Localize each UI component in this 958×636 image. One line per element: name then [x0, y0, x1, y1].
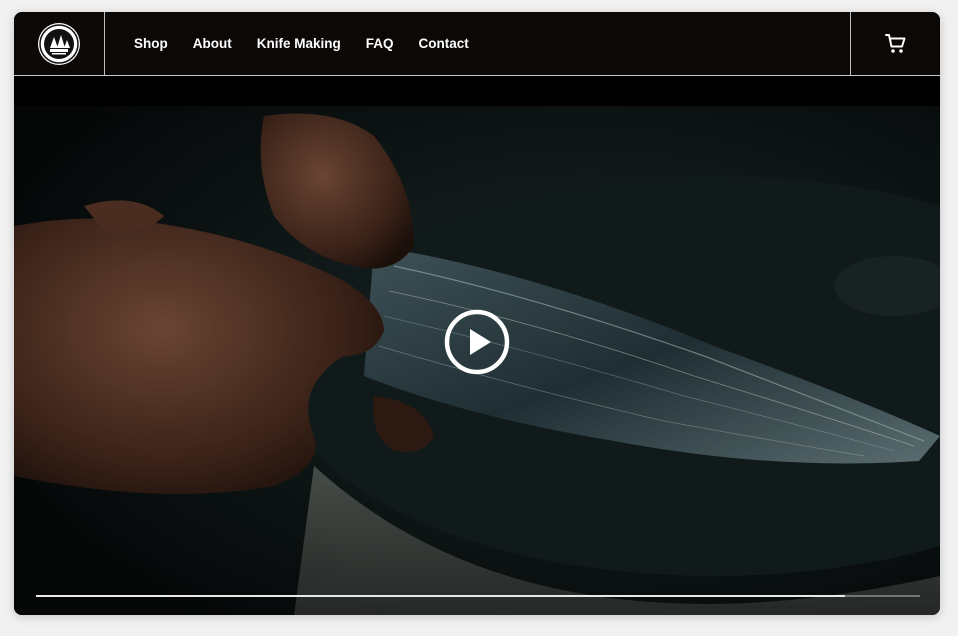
- video-top-band: [14, 76, 940, 106]
- video-progress-fill: [36, 595, 845, 597]
- nav-link-shop[interactable]: Shop: [134, 36, 168, 51]
- video-progress-bar[interactable]: [36, 595, 920, 597]
- logo-cell[interactable]: [14, 12, 105, 75]
- nav-link-about[interactable]: About: [193, 36, 232, 51]
- nav-link-faq[interactable]: FAQ: [366, 36, 394, 51]
- browser-window: Shop About Knife Making FAQ Contact: [14, 12, 940, 615]
- nav-link-contact[interactable]: Contact: [419, 36, 469, 51]
- logo-emblem-icon: [39, 23, 79, 64]
- play-button[interactable]: [444, 309, 510, 375]
- nav-link-knife-making[interactable]: Knife Making: [257, 36, 341, 51]
- site-logo[interactable]: [38, 22, 80, 65]
- cart-icon: [884, 33, 905, 53]
- play-icon: [444, 309, 510, 375]
- main-nav: Shop About Knife Making FAQ Contact: [134, 12, 469, 75]
- cart-button[interactable]: [850, 12, 940, 75]
- video-player[interactable]: [14, 106, 940, 615]
- site-header: Shop About Knife Making FAQ Contact: [14, 12, 940, 76]
